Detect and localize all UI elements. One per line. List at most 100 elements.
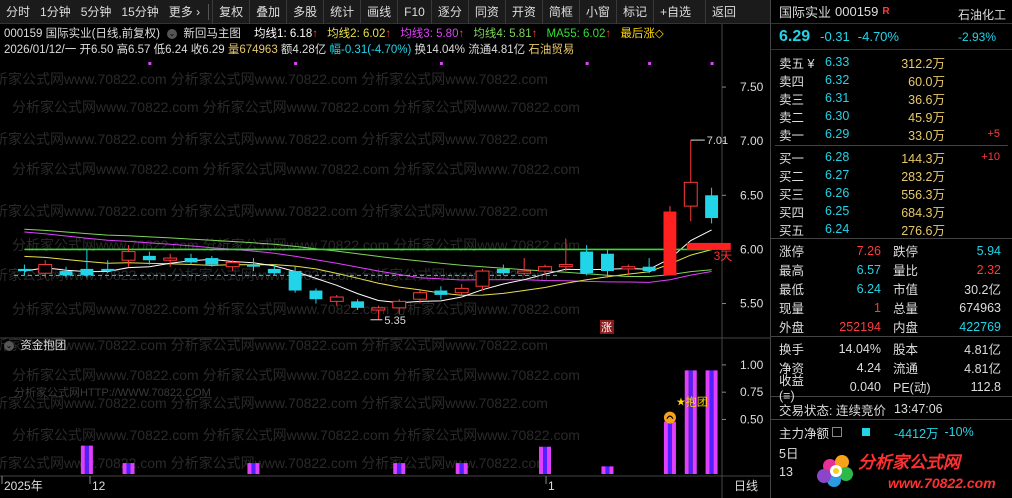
stock-code: 000159 (835, 4, 879, 19)
sub-chart-title-line: ⌄ 资金抱团 (4, 338, 66, 354)
toolbar-button[interactable]: 开资 (504, 0, 542, 24)
sector-pct: -2.93% (957, 30, 996, 44)
candle-body (163, 257, 178, 261)
toolbar-button[interactable]: 多股 (286, 0, 323, 24)
y-tick-label: 6.50 (740, 188, 764, 202)
level-price: 6.24 (825, 222, 850, 236)
order-book-row[interactable]: 买三 6.26 556.3万 (771, 184, 1012, 202)
candle-body (371, 307, 386, 311)
candle-body (496, 268, 510, 274)
toolbar-button[interactable]: 同资 (467, 0, 505, 24)
signal-dot (148, 62, 152, 65)
candle-body (288, 271, 302, 291)
level-price: 6.28 (825, 150, 850, 164)
toolbar-buttons: 复权 叠加 多股 统计 画线 F10 逐分 同资 开资 简框 小窗 标记 +自选 返回 (212, 0, 742, 24)
order-book-row[interactable]: 卖四 6.32 60.0万 (771, 71, 1012, 89)
stat-label: 量比 (893, 264, 919, 278)
zhang-mark-label: 涨 (601, 321, 612, 334)
order-book-row[interactable]: 卖二 6.30 45.9万 (771, 107, 1012, 125)
level-volume: 45.9万 (908, 110, 945, 125)
stat-value: 674963 (959, 300, 1001, 315)
watermark-text: 分析家公式网www.70822.com 分析家公式网www.70822.com … (12, 99, 580, 115)
candle-body (59, 271, 73, 276)
order-book-row[interactable]: 卖一 6.29 33.0万 +5 (771, 125, 1012, 143)
price-stats: 涨停 7.26 跌停 5.94 最高 6.57 量比 2.32 最低 6.24 市值 30.2亿 现量 1… (771, 238, 1012, 336)
fund-bar (88, 445, 93, 474)
last-price: 6.29 (779, 27, 811, 45)
candle-body (601, 253, 614, 272)
toolbar-button[interactable]: 叠加 (249, 0, 286, 24)
candle-body (538, 266, 552, 272)
fund-bar (247, 463, 252, 474)
order-book-row[interactable]: 买二 6.27 283.2万 (771, 166, 1012, 184)
toolbar-button[interactable]: 复权 (212, 0, 249, 24)
fund-bar (459, 463, 464, 474)
level-price: 6.32 (825, 73, 850, 87)
stat-value: 5.94 (976, 243, 1001, 258)
sub-chart-title[interactable]: 资金抱团 (20, 340, 66, 352)
level-price: 6.31 (825, 91, 850, 105)
period-tab[interactable]: 更多 › (164, 0, 205, 24)
order-book-row[interactable]: 买一 6.28 144.3万 +10 (771, 148, 1012, 166)
stat-label: PE(动) (893, 381, 931, 395)
level-label: 买二 (779, 169, 805, 184)
level-label: 卖一 (779, 128, 805, 143)
order-book-row[interactable]: 买四 6.25 684.3万 (771, 202, 1012, 220)
fund-bar (547, 446, 551, 474)
x-tick-label: 1 (548, 479, 555, 493)
toolbar-button[interactable]: 标记 (615, 0, 653, 24)
candle-body (184, 258, 198, 263)
period-tab[interactable]: 5分钟 (76, 0, 117, 24)
period-tab[interactable]: 1分钟 (35, 0, 76, 24)
date-short[interactable]: 5日 (779, 443, 798, 462)
stat-value: 4.81亿 (964, 343, 1001, 357)
level-price: 6.27 (825, 168, 850, 182)
level-price: 6.30 (825, 109, 850, 123)
signal-dot (439, 62, 443, 65)
period-tab[interactable]: 分时 (0, 0, 35, 24)
y-tick-label: 7.00 (740, 134, 764, 148)
stat-value: 14.04% (838, 341, 881, 356)
toolbar-button[interactable]: 逐分 (430, 0, 468, 24)
stat-value: 252194 (839, 319, 881, 334)
flower-logo-icon (817, 455, 853, 487)
low-mark-label: 5.35 (384, 315, 405, 327)
toolbar-button[interactable]: 统计 (323, 0, 360, 24)
candle-body (17, 268, 31, 272)
table-icon[interactable] (832, 427, 843, 437)
level-label: 买五 (779, 223, 805, 238)
baotuan-label: ★抱团 (676, 395, 708, 409)
order-book-row[interactable]: 买五 6.24 276.6万 (771, 220, 1012, 238)
time-stub: 13 (779, 465, 793, 479)
watermark-text: 分析家公式网www.70822.com 分析家公式网www.70822.com … (0, 203, 548, 219)
kline-chart[interactable]: 分析家公式网www.70822.com 分析家公式网www.70822.com … (0, 24, 770, 498)
candle-body (454, 287, 469, 294)
sector-name[interactable]: 石油化工 (958, 6, 1006, 23)
collapse-icon[interactable]: ⌄ (4, 340, 14, 351)
toolbar-button[interactable]: +自选 (652, 0, 697, 24)
toolbar-button[interactable]: 返回 (704, 0, 742, 24)
fund-bar (463, 463, 468, 474)
candle-body (683, 181, 698, 207)
order-book-row[interactable]: 卖五 ¥ 6.33 312.2万 (771, 53, 1012, 71)
order-book-divider (775, 145, 1008, 146)
fund-bar (539, 446, 543, 474)
level-delta: +5 (987, 128, 1000, 140)
quote-panel: 国际实业 000159 R 石油化工 6.29 -0.31 -4.70% -2.… (770, 0, 1012, 498)
level-price: 6.29 (825, 127, 850, 141)
days-mark-label: 3天 (714, 249, 733, 263)
stat-value: 6.57 (856, 262, 881, 277)
stat-label: 总量 (893, 302, 919, 316)
toolbar-button[interactable]: 画线 (360, 0, 397, 24)
toolbar-button[interactable]: 简框 (541, 0, 579, 24)
candle-body (101, 268, 115, 272)
order-book-row[interactable]: 卖三 6.31 36.6万 (771, 89, 1012, 107)
stat-label: 流通 (893, 362, 919, 376)
stat-label: 市值 (893, 283, 919, 297)
toolbar-button[interactable]: F10 (397, 0, 431, 24)
toolbar-button[interactable]: 小窗 (578, 0, 616, 24)
logo-url: www.70822.com (888, 475, 996, 491)
period-tab[interactable]: 15分钟 (116, 0, 163, 24)
sub-y-tick-label: 0.75 (740, 385, 764, 399)
level-label: 卖二 (779, 110, 805, 125)
